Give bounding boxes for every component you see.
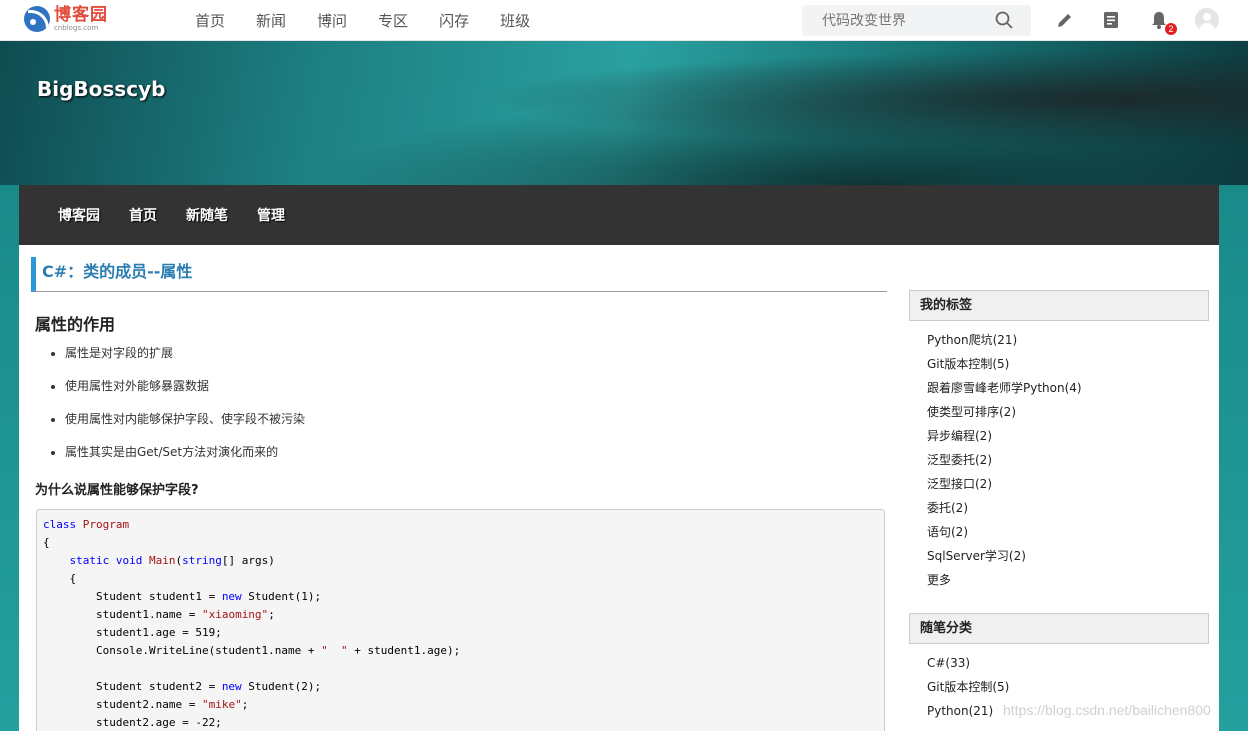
post-title: C#：类的成员--属性 <box>31 257 887 292</box>
main-content: C#：类的成员--属性 属性的作用 属性是对字段的扩展 使用属性对外能够暴露数据… <box>19 245 1219 731</box>
watermark-url: https://blog.csdn.net/bailichen800 <box>1003 702 1211 718</box>
blog-banner <box>0 41 1248 185</box>
logo-subtext: cnblogs.com <box>54 24 99 32</box>
blog-nav-bar: 博客园 首页 新随笔 管理 <box>19 185 1219 245</box>
sidebar-category-item[interactable]: Git版本控制(5) <box>927 677 1009 701</box>
list-item: 属性其实是由Get/Set方法对演化而来的 <box>65 443 305 476</box>
sidebar-tags-more[interactable]: 更多 <box>927 570 1082 594</box>
nav-link-questions[interactable]: 博问 <box>317 10 347 31</box>
bullet-list: 属性是对字段的扩展 使用属性对外能够暴露数据 使用属性对内能够保护字段、使字段不… <box>65 344 305 476</box>
blognav-cnblogs[interactable]: 博客园 <box>58 205 100 225</box>
list-item: 使用属性对外能够暴露数据 <box>65 377 305 410</box>
sidebar-tag-item[interactable]: 使类型可排序(2) <box>927 402 1082 426</box>
sidebar-tag-item[interactable]: 异步编程(2) <box>927 426 1082 450</box>
user-avatar[interactable] <box>1195 8 1219 32</box>
rss-logo-icon <box>24 6 50 32</box>
sidebar-tag-item[interactable]: Git版本控制(5) <box>927 354 1082 378</box>
sidebar-tag-item[interactable]: SqlServer学习(2) <box>927 546 1082 570</box>
sidebar-categories-list: C#(33) Git版本控制(5) Python(21) <box>927 653 1009 725</box>
sidebar-categories-title: 随笔分类 <box>909 613 1209 644</box>
blognav-home[interactable]: 首页 <box>129 205 157 225</box>
cnblogs-logo[interactable]: 博客园 cnblogs.com <box>24 6 108 32</box>
nav-link-zone[interactable]: 专区 <box>378 10 408 31</box>
sidebar-tags-title: 我的标签 <box>909 290 1209 321</box>
search-icon[interactable] <box>995 11 1013 29</box>
section-heading: 属性的作用 <box>35 315 116 334</box>
sub-heading: 为什么说属性能够保护字段? <box>35 483 199 498</box>
sidebar-tag-item[interactable]: 泛型委托(2) <box>927 450 1082 474</box>
sidebar-tag-item[interactable]: 委托(2) <box>927 498 1082 522</box>
blognav-admin[interactable]: 管理 <box>257 205 285 225</box>
site-top-nav: 博客园 cnblogs.com 首页 新闻 博问 专区 闪存 班级 2 <box>0 0 1248 41</box>
blog-title[interactable]: BigBosscyb <box>37 77 165 101</box>
code-text: class Program { static void Main(string[… <box>43 518 461 729</box>
note-book-icon[interactable] <box>1101 10 1121 30</box>
edit-pencil-icon[interactable] <box>1055 10 1075 30</box>
nav-link-news[interactable]: 新闻 <box>256 10 286 31</box>
post-title-link[interactable]: C#：类的成员--属性 <box>42 262 192 281</box>
sidebar-tags-list: Python爬坑(21) Git版本控制(5) 跟着廖雪峰老师学Python(4… <box>927 330 1082 594</box>
nav-link-home[interactable]: 首页 <box>195 10 225 31</box>
list-item: 使用属性对内能够保护字段、使字段不被污染 <box>65 410 305 443</box>
sidebar-tag-item[interactable]: 泛型接口(2) <box>927 474 1082 498</box>
sidebar-tag-item[interactable]: 跟着廖雪峰老师学Python(4) <box>927 378 1082 402</box>
notification-badge: 2 <box>1165 23 1177 35</box>
nav-link-flash[interactable]: 闪存 <box>439 10 469 31</box>
blognav-new-post[interactable]: 新随笔 <box>186 205 228 225</box>
search-box <box>802 5 1031 36</box>
search-input[interactable] <box>802 5 982 36</box>
site-nav-links: 首页 新闻 博问 专区 闪存 班级 <box>195 0 561 41</box>
list-item: 属性是对字段的扩展 <box>65 344 305 377</box>
sidebar-category-item[interactable]: Python(21) <box>927 701 1009 725</box>
sidebar-tag-item[interactable]: Python爬坑(21) <box>927 330 1082 354</box>
logo-text: 博客园 <box>54 5 108 25</box>
code-block: class Program { static void Main(string[… <box>36 509 885 731</box>
nav-link-class[interactable]: 班级 <box>500 10 530 31</box>
sidebar-tag-item[interactable]: 语句(2) <box>927 522 1082 546</box>
sidebar-category-item[interactable]: C#(33) <box>927 653 1009 677</box>
